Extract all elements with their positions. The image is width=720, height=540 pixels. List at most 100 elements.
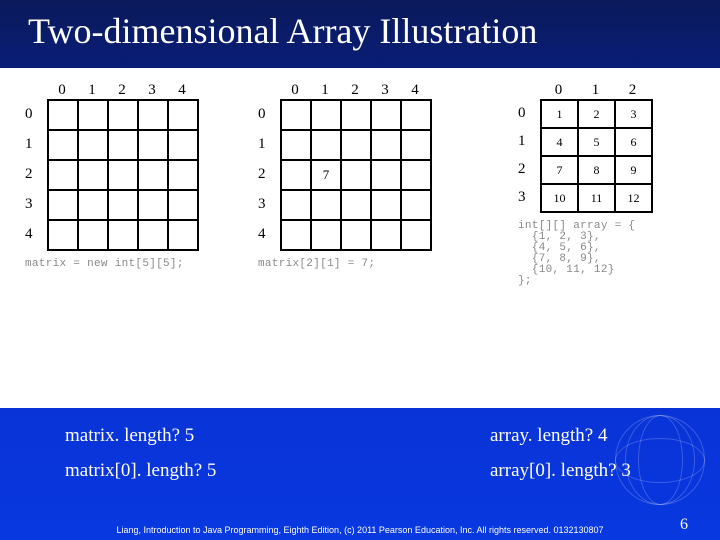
col-label: 3 (137, 82, 167, 99)
cell (138, 220, 168, 250)
grid1-row-labels: 0 1 2 3 4 (25, 99, 47, 251)
row-label: 2 (258, 166, 280, 183)
page-title: Two-dimensional Array Illustration (0, 0, 720, 60)
footer-text: Liang, Introduction to Java Programming,… (0, 525, 720, 536)
cell (281, 160, 311, 190)
col-label: 2 (614, 82, 651, 99)
cell (138, 130, 168, 160)
page-number: 6 (680, 516, 688, 534)
col-label: 4 (167, 82, 197, 99)
grid1-col-headers: 0 1 2 3 4 (47, 82, 199, 99)
row-label: 4 (25, 226, 47, 243)
cell (341, 130, 371, 160)
cell (78, 190, 108, 220)
cell (168, 190, 198, 220)
cell (401, 130, 431, 160)
cell (371, 100, 401, 130)
cell (281, 100, 311, 130)
cell: 7 (541, 156, 578, 184)
col-label: 3 (370, 82, 400, 99)
grid3-cells: 123 456 789 101112 (540, 99, 653, 213)
row-label: 0 (258, 106, 280, 123)
grid3-row-labels: 0 1 2 3 (518, 99, 540, 213)
col-label: 2 (107, 82, 137, 99)
cell (281, 190, 311, 220)
cell (78, 220, 108, 250)
row-label: 3 (258, 196, 280, 213)
grid-1: 0 1 2 3 4 0 1 2 3 4 matrix = new int[5][… (25, 82, 199, 270)
cell (78, 160, 108, 190)
content-area: 0 1 2 3 4 0 1 2 3 4 matrix = new int[5][… (0, 68, 720, 408)
grid2-row-labels: 0 1 2 3 4 (258, 99, 280, 251)
row-label: 2 (518, 161, 540, 178)
cell (168, 130, 198, 160)
cell: 12 (615, 184, 652, 212)
grid3-col-headers: 0 1 2 (540, 82, 653, 99)
cell: 10 (541, 184, 578, 212)
cell (401, 100, 431, 130)
cell (311, 100, 341, 130)
grid1-caption: matrix = new int[5][5]; (25, 259, 199, 270)
grid2-cells: 7 (280, 99, 432, 251)
row-label: 4 (258, 226, 280, 243)
cell: 5 (578, 128, 615, 156)
cell (311, 220, 341, 250)
row-label: 3 (25, 196, 47, 213)
cell (341, 100, 371, 130)
array-length-text: array. length? 4 (490, 425, 607, 447)
row-label: 2 (25, 166, 47, 183)
cell (281, 220, 311, 250)
cell: 9 (615, 156, 652, 184)
cell (48, 220, 78, 250)
grid-3: 0 1 2 0 1 2 3 123 456 789 101112 int[][]… (518, 82, 653, 287)
cell (311, 130, 341, 160)
grid1-cells (47, 99, 199, 251)
cell (78, 130, 108, 160)
cell: 6 (615, 128, 652, 156)
grid-2: 0 1 2 3 4 0 1 2 3 4 7 matrix[2][1] = 7; (258, 82, 432, 270)
cell (168, 100, 198, 130)
col-label: 1 (310, 82, 340, 99)
cell (138, 160, 168, 190)
cell (281, 130, 311, 160)
row-label: 0 (518, 105, 540, 122)
matrix0-length-text: matrix[0]. length? 5 (65, 460, 216, 482)
cell (108, 220, 138, 250)
cell (108, 190, 138, 220)
cell (401, 190, 431, 220)
cell (168, 160, 198, 190)
matrix-length-text: matrix. length? 5 (65, 425, 194, 447)
cell (401, 220, 431, 250)
cell: 3 (615, 100, 652, 128)
cell: 1 (541, 100, 578, 128)
cell (48, 190, 78, 220)
cell (401, 160, 431, 190)
cell (371, 190, 401, 220)
cell (341, 160, 371, 190)
col-label: 0 (47, 82, 77, 99)
cell (48, 130, 78, 160)
cell (138, 100, 168, 130)
cell (48, 160, 78, 190)
cell (168, 220, 198, 250)
row-label: 0 (25, 106, 47, 123)
cell (311, 190, 341, 220)
cell: 8 (578, 156, 615, 184)
cell-highlight: 7 (311, 160, 341, 190)
cell (371, 160, 401, 190)
cell: 4 (541, 128, 578, 156)
cell: 2 (578, 100, 615, 128)
cell (108, 160, 138, 190)
col-label: 0 (540, 82, 577, 99)
col-label: 1 (577, 82, 614, 99)
cell (341, 190, 371, 220)
cell (108, 130, 138, 160)
cell (48, 100, 78, 130)
row-label: 3 (518, 189, 540, 206)
grid2-col-headers: 0 1 2 3 4 (280, 82, 432, 99)
col-label: 4 (400, 82, 430, 99)
grid3-caption: int[][] array = { {1, 2, 3}, {4, 5, 6}, … (518, 221, 653, 287)
cell: 11 (578, 184, 615, 212)
cell (371, 220, 401, 250)
col-label: 2 (340, 82, 370, 99)
